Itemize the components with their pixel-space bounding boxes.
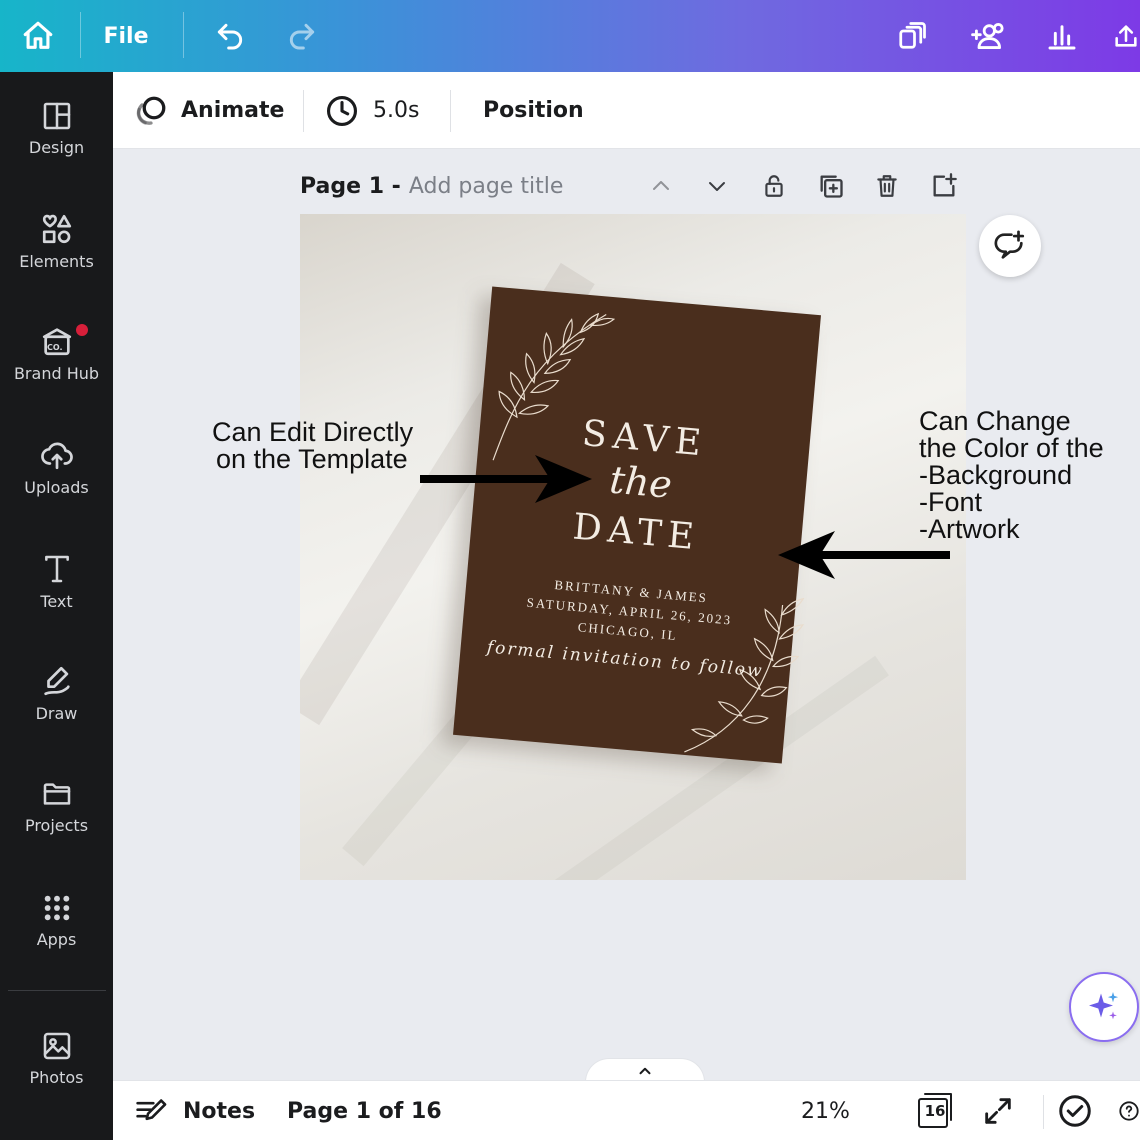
- cloud-upload-icon: [40, 442, 73, 470]
- sidebar-item-elements[interactable]: Elements: [0, 212, 113, 302]
- left-sidebar: Design Elements Brand Hub CO. Uploads Te…: [0, 72, 113, 1140]
- sidebar-item-brand-hub[interactable]: Brand Hub CO.: [0, 324, 113, 414]
- sidebar-item-label: Elements: [19, 252, 94, 271]
- design-icon: [43, 102, 70, 130]
- share-people-icon[interactable]: [964, 0, 1012, 72]
- sidebar-item-label: Design: [28, 138, 85, 157]
- top-bar: File: [0, 0, 1140, 72]
- zoom-label: 21%: [801, 1098, 850, 1124]
- collapse-panel-button[interactable]: [585, 1058, 705, 1082]
- folder-icon: [43, 783, 70, 805]
- sidebar-item-apps[interactable]: Apps: [0, 892, 113, 982]
- position-button[interactable]: Position: [483, 72, 584, 149]
- annotation-left-line1: Can Edit Directly: [212, 417, 414, 447]
- sidebar-item-label: Photos: [29, 1068, 84, 1087]
- chevron-up-icon: [639, 1067, 651, 1074]
- magic-assistant-button[interactable]: [1069, 972, 1139, 1042]
- chevron-up-icon[interactable]: [641, 166, 681, 206]
- elements-icon: [42, 214, 71, 244]
- sparkle-icon: [1089, 992, 1119, 1020]
- notes-label: Notes: [183, 1098, 256, 1124]
- sidebar-item-photos[interactable]: Photos: [0, 1030, 113, 1120]
- add-comment-button[interactable]: [979, 215, 1041, 277]
- sidebar-item-text[interactable]: Text: [0, 552, 113, 642]
- sidebar-item-label: Text: [40, 592, 73, 611]
- duration-button[interactable]: 5.0s: [325, 72, 419, 149]
- duplicate-page-icon[interactable]: [811, 166, 851, 206]
- annotation-right-line2: the Color of the: [919, 433, 1104, 463]
- toolbar-divider: [303, 90, 304, 132]
- animate-button[interactable]: Animate: [133, 72, 284, 149]
- chevron-down-icon[interactable]: [697, 166, 737, 206]
- upload-icon[interactable]: [1112, 0, 1140, 72]
- lock-icon[interactable]: [754, 166, 794, 206]
- annotation-left-line2: on the Template: [216, 444, 408, 474]
- photos-icon: [43, 1032, 70, 1060]
- file-menu-button[interactable]: File: [96, 0, 156, 72]
- sidebar-item-label: Draw: [35, 704, 78, 723]
- sidebar-item-projects[interactable]: Projects: [0, 778, 113, 868]
- sidebar-item-design[interactable]: Design: [0, 100, 113, 190]
- bottom-bar: Notes Page 1 of 16 21% 16: [113, 1080, 1140, 1140]
- arrow-left-icon: [778, 531, 950, 579]
- add-page-icon[interactable]: [924, 166, 964, 206]
- text-icon: [44, 555, 69, 583]
- undo-icon[interactable]: [208, 0, 252, 72]
- sidebar-item-draw[interactable]: Draw: [0, 664, 113, 754]
- sidebar-divider: [8, 990, 106, 991]
- notes-button[interactable]: Notes: [135, 1081, 255, 1140]
- redo-icon[interactable]: [280, 0, 324, 72]
- arrow-right-icon: [420, 455, 592, 503]
- topbar-divider: [80, 12, 81, 58]
- help-button[interactable]: [1118, 1081, 1140, 1140]
- page-title-input[interactable]: Add page title: [409, 174, 564, 199]
- clock-icon: [326, 95, 358, 126]
- trash-icon[interactable]: [867, 166, 907, 206]
- zoom-level[interactable]: 21%: [801, 1081, 850, 1140]
- sidebar-item-label: Apps: [36, 930, 77, 949]
- page-indicator-label: Page 1 of 16: [287, 1098, 442, 1124]
- sidebar-item-label: Uploads: [24, 478, 89, 497]
- home-icon[interactable]: [14, 0, 62, 72]
- apps-grid-icon: [44, 895, 69, 921]
- context-toolbar: Animate 5.0s Position: [113, 72, 1140, 149]
- position-label: Position: [483, 98, 584, 123]
- annotation-right-line3: -Background: [919, 460, 1073, 490]
- help-icon: [1119, 1101, 1139, 1121]
- brand-hub-icon: [42, 328, 71, 356]
- save-the-date-card[interactable]: SAVE the DATE BRITTANY & JAMES SATURDAY,…: [453, 286, 821, 764]
- toolbar-divider: [450, 90, 451, 132]
- notes-icon: [136, 1099, 167, 1121]
- insights-icon[interactable]: [1040, 0, 1084, 72]
- topbar-divider: [183, 12, 184, 58]
- expand-icon: [985, 1098, 1011, 1124]
- bottombar-divider: [1043, 1095, 1044, 1129]
- annotation-right-line4: -Font: [919, 487, 983, 517]
- fullscreen-button[interactable]: [981, 1081, 1015, 1140]
- resize-icon[interactable]: [890, 0, 934, 72]
- page-title-bar: Page 1 - Add page title: [300, 166, 563, 206]
- page-grid-button[interactable]: 16: [916, 1081, 956, 1140]
- draw-icon: [43, 666, 70, 696]
- notification-dot: [76, 324, 88, 336]
- check-circle-icon: [1059, 1095, 1091, 1127]
- sidebar-item-label: Brand Hub: [13, 364, 100, 383]
- annotation-right-line1: Can Change: [919, 406, 1071, 436]
- animate-icon: [136, 96, 166, 125]
- brand-logo-text: CO.: [47, 343, 63, 352]
- sidebar-item-uploads[interactable]: Uploads: [0, 438, 113, 528]
- check-button[interactable]: [1057, 1081, 1093, 1140]
- sidebar-item-label: Projects: [24, 816, 89, 835]
- page-count-badge: 16: [924, 1102, 946, 1120]
- page-indicator[interactable]: Page 1 of 16: [287, 1081, 442, 1140]
- page-title: Page 1 -: [300, 173, 401, 199]
- animate-label: Animate: [181, 98, 285, 123]
- comment-add-icon: [994, 230, 1025, 259]
- duration-label: 5.0s: [373, 98, 420, 123]
